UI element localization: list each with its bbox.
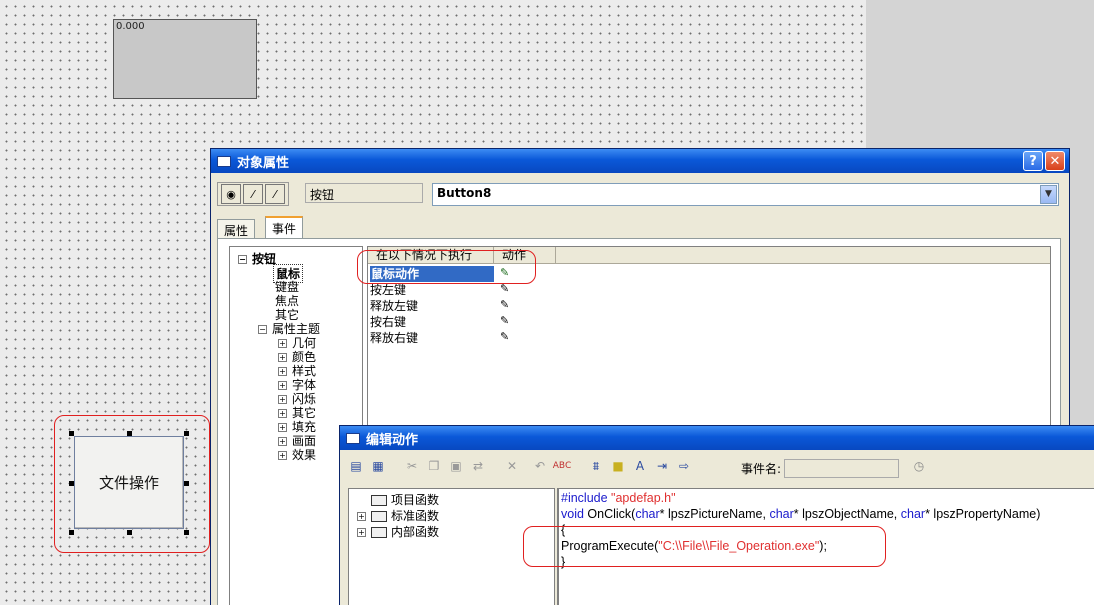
object-name-select[interactable]: Button8 ▼ [432, 183, 1059, 206]
func-item-standard[interactable]: + 标准函数 [357, 507, 439, 524]
resize-handle-bl[interactable] [69, 530, 74, 535]
edit-toolbar: ▤ ▦ ✂ ❐ ▣ ⇄ ✕ ↶ ABC ⩩ ■ A ⇥ ⇨ 事件名: ◷ [346, 457, 1086, 479]
expand-icon[interactable]: + [278, 353, 287, 362]
code-line-2: void OnClick(char* lpszPictureName, char… [561, 507, 1041, 521]
tree-sub-effect[interactable]: + 效果 [278, 446, 316, 463]
help-button[interactable]: ? [1023, 151, 1043, 171]
tab-properties[interactable]: 属性 [217, 219, 256, 239]
edit-action-title: 编辑动作 [366, 432, 419, 448]
clock-icon[interactable]: ◷ [909, 457, 929, 475]
event-row-left-release[interactable]: 释放左键 [370, 298, 418, 314]
expand-icon[interactable]: + [278, 395, 287, 404]
paste-icon[interactable]: ▣ [446, 457, 466, 475]
resize-handle-tr[interactable] [184, 431, 189, 436]
tab-events[interactable]: 事件 [265, 216, 304, 239]
pencil-icon[interactable]: ✎ [500, 330, 509, 343]
func-item-project[interactable]: 项目函数 [371, 491, 439, 508]
function-folder-icon [371, 495, 387, 506]
resize-handle-tm[interactable] [127, 431, 132, 436]
expand-icon[interactable]: + [278, 423, 287, 432]
window-icon [217, 155, 231, 167]
resize-handle-br[interactable] [184, 530, 189, 535]
undo-icon[interactable]: ↶ [530, 457, 550, 475]
edit-action-titlebar[interactable]: 编辑动作 [340, 426, 1094, 450]
font-icon[interactable]: A [630, 457, 650, 475]
expand-icon[interactable]: + [278, 339, 287, 348]
mouse-action-highlight-box [357, 250, 536, 284]
pencil-icon[interactable]: ✎ [500, 298, 509, 311]
event-name-field[interactable] [784, 459, 899, 478]
properties-titlebar[interactable]: 对象属性 [211, 149, 1069, 173]
event-name-label: 事件名: [741, 462, 782, 476]
indent-icon[interactable]: ⩩ [586, 457, 606, 475]
window-icon [346, 432, 360, 444]
expand-icon[interactable]: + [278, 367, 287, 376]
event-row-right-press[interactable]: 按右键 [370, 314, 406, 330]
replace-icon[interactable]: ⇄ [468, 457, 488, 475]
io-field-value: 0.000 [116, 21, 145, 32]
edit-action-window: 编辑动作 ▤ ▦ ✂ ❐ ▣ ⇄ ✕ ↶ ABC ⩩ ■ A ⇥ ⇨ 事件名: … [339, 425, 1094, 605]
preview-icon[interactable]: ▦ [368, 457, 388, 475]
export-icon[interactable]: ⇨ [674, 457, 694, 475]
resize-handle-ml[interactable] [69, 481, 74, 486]
io-field-object[interactable]: 0.000 [113, 19, 257, 99]
event-row-right-release[interactable]: 释放右键 [370, 330, 418, 346]
expand-icon[interactable]: + [357, 528, 366, 537]
tree-root[interactable]: − 按钮 [238, 250, 276, 267]
pipette-copy-icon[interactable]: ⁄ [265, 184, 285, 204]
object-type-field: 按钮 [305, 183, 423, 203]
compile-icon[interactable]: ▤ [346, 457, 366, 475]
function-folder-icon [371, 527, 387, 538]
function-folder-icon [371, 511, 387, 522]
pin-icon[interactable]: ◉ [221, 184, 241, 204]
expand-icon[interactable]: + [357, 512, 366, 521]
pipette-icon[interactable]: ⁄ [243, 184, 263, 204]
expand-icon[interactable]: + [278, 437, 287, 446]
cube-icon[interactable]: ■ [608, 457, 628, 475]
func-item-internal[interactable]: + 内部函数 [357, 523, 439, 540]
copy-icon[interactable]: ❐ [424, 457, 444, 475]
event-row-left-press[interactable]: 按左键 [370, 282, 406, 298]
delete-icon[interactable]: ✕ [502, 457, 522, 475]
collapse-icon[interactable]: − [258, 325, 267, 334]
collapse-icon[interactable]: − [238, 255, 247, 264]
file-operation-button[interactable]: 文件操作 [74, 436, 184, 529]
resize-handle-bm[interactable] [127, 530, 132, 535]
expand-icon[interactable]: + [278, 451, 287, 460]
cut-icon[interactable]: ✂ [402, 457, 422, 475]
code-highlight-box [523, 526, 886, 567]
abc-format-icon[interactable]: ABC [552, 457, 572, 475]
code-line-1: #include "apdefap.h" [561, 491, 676, 505]
resize-handle-tl[interactable] [69, 431, 74, 436]
pencil-icon[interactable]: ✎ [500, 314, 509, 327]
column-header-empty [556, 247, 1050, 264]
expand-icon[interactable]: + [278, 381, 287, 390]
properties-title: 对象属性 [237, 155, 290, 171]
resize-handle-mr[interactable] [184, 481, 189, 486]
import-icon[interactable]: ⇥ [652, 457, 672, 475]
chevron-down-icon[interactable]: ▼ [1040, 185, 1057, 204]
close-button[interactable]: ✕ [1045, 151, 1065, 171]
expand-icon[interactable]: + [278, 409, 287, 418]
button-label: 文件操作 [98, 474, 159, 492]
